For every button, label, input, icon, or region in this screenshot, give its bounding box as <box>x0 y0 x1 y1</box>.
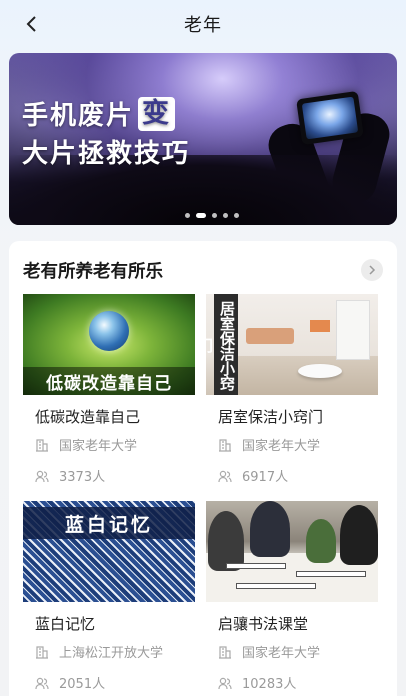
people-icon <box>35 470 49 482</box>
banner-headline: 手机废片变 大片拯救技巧 <box>22 97 190 173</box>
learner-count: 10283人 <box>242 677 297 692</box>
robot-vacuum-image <box>298 364 342 378</box>
course-school: 国家老年大学 <box>218 435 320 454</box>
banner-line-2: 大片拯救技巧 <box>22 139 191 169</box>
course-thumbnail: 低碳改造靠自己 <box>23 294 195 395</box>
course-card[interactable]: 启骧书法课堂 国家老年大学 10283人 <box>206 501 378 696</box>
carousel-dot[interactable] <box>223 213 228 218</box>
globe-icon <box>89 311 129 351</box>
people-icon <box>35 677 49 689</box>
carousel-dot[interactable] <box>234 213 239 218</box>
thumbnail-caption: 居室保洁小窍门 <box>206 294 238 395</box>
people-icon <box>218 677 232 689</box>
chevron-left-icon <box>26 16 36 32</box>
school-name: 上海松江开放大学 <box>59 646 164 661</box>
course-name: 低碳改造靠自己 <box>35 408 141 426</box>
course-school: 国家老年大学 <box>35 435 137 454</box>
course-card[interactable]: 蓝白记忆 蓝白记忆 上海松江开放大学 2051人 <box>23 501 195 696</box>
section-more-button[interactable] <box>361 259 383 281</box>
people-icon <box>218 470 232 482</box>
back-button[interactable] <box>18 10 46 38</box>
course-thumbnail: 蓝白记忆 <box>23 501 195 602</box>
course-school: 国家老年大学 <box>218 642 320 661</box>
course-learners: 10283人 <box>218 673 296 692</box>
school-name: 国家老年大学 <box>242 646 321 661</box>
thumbnail-caption: 蓝白记忆 <box>64 513 153 536</box>
building-icon <box>219 438 231 452</box>
course-section: 老有所养老有所乐 低碳改造靠自己 低碳改造靠自己 国家老年大学 3373人 居室… <box>9 241 397 696</box>
learner-count: 6917人 <box>242 470 289 485</box>
building-icon <box>36 645 48 659</box>
carousel-dot-active[interactable] <box>196 213 206 218</box>
top-bar: 老年 <box>0 0 406 48</box>
page-title: 老年 <box>184 15 222 36</box>
carousel-dot[interactable] <box>185 213 190 218</box>
building-icon <box>36 438 48 452</box>
carousel-dot[interactable] <box>212 213 217 218</box>
learner-count: 3373人 <box>59 470 106 485</box>
course-learners: 3373人 <box>35 466 105 485</box>
carousel-dots <box>185 213 239 218</box>
banner-phone-image <box>296 90 364 146</box>
thumbnail-caption: 低碳改造靠自己 <box>23 367 195 395</box>
course-learners: 6917人 <box>218 466 288 485</box>
learner-count: 2051人 <box>59 677 106 692</box>
course-learners: 2051人 <box>35 673 105 692</box>
school-name: 国家老年大学 <box>59 439 138 454</box>
course-name: 启骧书法课堂 <box>218 615 309 633</box>
building-icon <box>219 645 231 659</box>
course-card[interactable]: 低碳改造靠自己 低碳改造靠自己 国家老年大学 3373人 <box>23 294 195 494</box>
banner-line-1: 手机废片 <box>22 101 135 131</box>
course-school: 上海松江开放大学 <box>35 642 163 661</box>
banner-badge: 变 <box>138 97 176 131</box>
section-title: 老有所养老有所乐 <box>23 262 163 282</box>
course-card[interactable]: 居室保洁小窍门 居室保洁小窍门 国家老年大学 6917人 <box>206 294 378 494</box>
course-name: 居室保洁小窍门 <box>218 408 324 426</box>
course-thumbnail <box>206 501 378 602</box>
school-name: 国家老年大学 <box>242 439 321 454</box>
promo-banner[interactable]: 手机废片变 大片拯救技巧 <box>9 53 397 225</box>
course-thumbnail: 居室保洁小窍门 <box>206 294 378 395</box>
chevron-right-icon <box>369 265 376 275</box>
course-name: 蓝白记忆 <box>35 615 96 633</box>
